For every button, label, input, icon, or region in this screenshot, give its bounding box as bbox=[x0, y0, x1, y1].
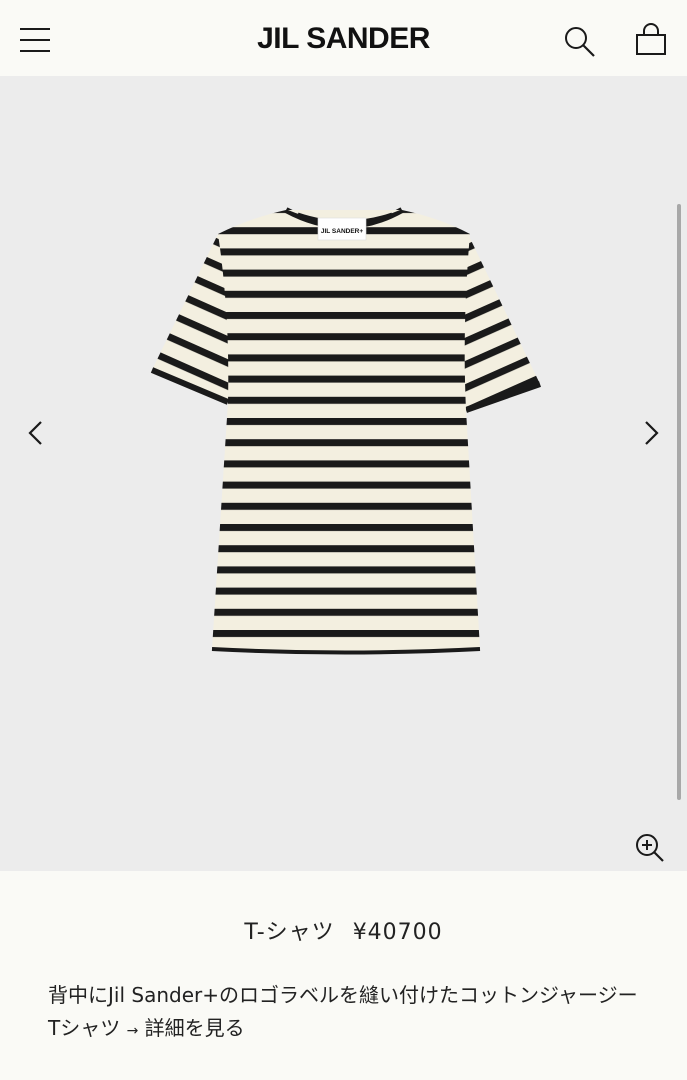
product-name: T-シャツ bbox=[244, 920, 335, 945]
garment-label-text: JIL SANDER+ bbox=[321, 228, 364, 235]
scrollbar[interactable] bbox=[677, 204, 681, 800]
arrow-icon: → bbox=[126, 1023, 139, 1039]
product-image: JIL SANDER+ bbox=[150, 207, 541, 655]
product-description: 背中にJil Sander+のロゴラベルを縫い付けたコットンジャージーTシャツ … bbox=[48, 979, 648, 1048]
zoom-in-icon[interactable] bbox=[632, 830, 668, 866]
chevron-left-icon[interactable] bbox=[22, 413, 52, 453]
shopping-bag-icon[interactable] bbox=[632, 22, 670, 60]
details-link-label[interactable]: 詳細を見る bbox=[145, 1016, 245, 1040]
product-price: ¥40700 bbox=[352, 920, 443, 945]
product-image-gallery[interactable]: JIL SANDER+ bbox=[0, 76, 687, 871]
details-link[interactable]: → 詳細を見る bbox=[127, 1016, 245, 1040]
search-icon[interactable] bbox=[562, 24, 598, 60]
top-header: JIL SANDER bbox=[0, 0, 687, 76]
chevron-right-icon[interactable] bbox=[636, 413, 666, 453]
product-title-line: T-シャツ ¥40700 bbox=[0, 914, 687, 946]
